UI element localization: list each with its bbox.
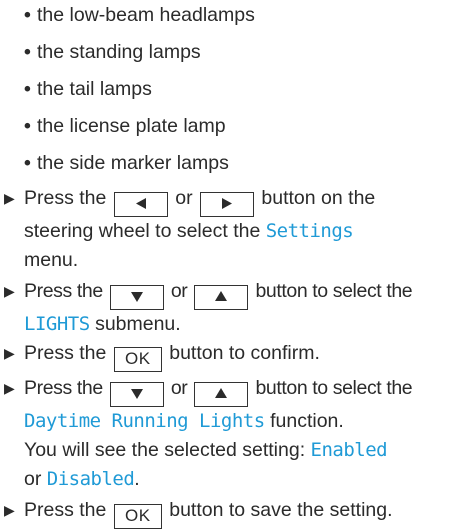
lamp-list-item: • the low-beam headlamps bbox=[24, 0, 255, 30]
step-text: Press the bbox=[24, 187, 107, 209]
bullet-dot: • bbox=[24, 115, 31, 137]
step-line: You will see the selected setting: Enabl… bbox=[24, 436, 466, 465]
lamp-list-item: • the side marker lamps bbox=[24, 148, 229, 178]
step-text: menu. bbox=[24, 249, 79, 271]
step-line: Press the OK button to confirm. bbox=[24, 339, 466, 372]
step-marker-icon: ▶ bbox=[4, 380, 15, 396]
left-arrow-button bbox=[113, 192, 168, 217]
lamp-list-item: • the tail lamps bbox=[24, 74, 152, 104]
step-text: submenu. bbox=[95, 313, 181, 335]
step-text: button to select the bbox=[255, 377, 413, 399]
step-text: or bbox=[175, 187, 193, 209]
step-line: Daytime Running Lights function. bbox=[24, 407, 466, 436]
step-text: button to confirm. bbox=[169, 342, 320, 364]
step-line: Press the or button to select the bbox=[24, 277, 466, 310]
step-line: steering wheel to select the Settings bbox=[24, 217, 466, 246]
manual-page: • the low-beam headlamps • the standing la… bbox=[0, 0, 470, 529]
step-marker-icon: ▶ bbox=[4, 283, 15, 299]
step-line: Press the or button on the bbox=[24, 184, 466, 217]
arrow-left-icon bbox=[135, 198, 146, 209]
lamp-list-item: • the license plate lamp bbox=[24, 111, 226, 141]
instruction-step: ▶ Press the or button on the steering wh… bbox=[4, 184, 466, 275]
step-text: or bbox=[170, 280, 188, 302]
up-arrow-button bbox=[194, 285, 249, 310]
right-arrow-button bbox=[199, 192, 254, 217]
step-line: Press the OK button to save the setting. bbox=[24, 496, 466, 529]
ok-button: OK bbox=[113, 347, 162, 372]
step-text: or bbox=[24, 468, 42, 490]
lamp-list-item-text: the standing lamps bbox=[37, 41, 201, 63]
lamp-list-item: • the standing lamps bbox=[24, 37, 201, 67]
arrow-right-icon bbox=[221, 198, 232, 209]
step-line: or Disabled. bbox=[24, 465, 466, 494]
arrow-down-icon bbox=[130, 389, 143, 399]
step-text: Press the bbox=[24, 280, 103, 302]
step-text: button to save the setting. bbox=[169, 499, 393, 521]
step-text: or bbox=[170, 377, 188, 399]
bullet-dot: • bbox=[24, 78, 31, 100]
up-arrow-button bbox=[194, 382, 249, 407]
arrow-up-icon bbox=[215, 291, 228, 301]
step-text: function. bbox=[270, 410, 344, 432]
step-marker-icon: ▶ bbox=[4, 502, 15, 518]
step-text: steering wheel to select the bbox=[24, 220, 261, 242]
step-text: Press the bbox=[24, 377, 103, 399]
step-marker-icon: ▶ bbox=[4, 345, 15, 361]
down-arrow-button bbox=[109, 285, 164, 310]
lamp-list-item-text: the tail lamps bbox=[37, 78, 152, 100]
step-line: Press the or button to select the bbox=[24, 374, 466, 407]
lamp-list-item-text: the low-beam headlamps bbox=[37, 4, 255, 26]
step-marker-icon: ▶ bbox=[4, 190, 15, 206]
display-text: Settings bbox=[265, 220, 354, 242]
option-text: Disabled bbox=[46, 468, 135, 490]
step-text: button on the bbox=[261, 187, 376, 209]
display-text: Daytime Running Lights bbox=[24, 410, 265, 432]
instruction-step: ▶ Press the or button to select the Dayt… bbox=[4, 374, 466, 494]
step-text: . bbox=[134, 468, 140, 490]
instruction-step: ▶ Press the or button to select the LIGH… bbox=[4, 277, 466, 339]
lamp-list-item-text: the license plate lamp bbox=[37, 115, 226, 137]
display-text: LIGHTS bbox=[24, 313, 90, 335]
bullet-dot: • bbox=[24, 41, 31, 63]
step-text: You will see the selected setting: bbox=[24, 439, 306, 461]
step-line: LIGHTS submenu. bbox=[24, 310, 466, 339]
step-line: menu. bbox=[24, 246, 466, 275]
bullet-dot: • bbox=[24, 152, 31, 174]
ok-button: OK bbox=[113, 504, 162, 529]
arrow-down-icon bbox=[130, 292, 143, 302]
step-text: button to select the bbox=[255, 280, 413, 302]
instruction-step: ▶ Press the OK button to save the settin… bbox=[4, 496, 466, 529]
bullet-dot: • bbox=[24, 4, 31, 26]
step-text: Press the bbox=[24, 499, 107, 521]
down-arrow-button bbox=[109, 382, 164, 407]
step-text: Press the bbox=[24, 342, 107, 364]
option-text: Enabled bbox=[310, 439, 388, 461]
lamp-list-item-text: the side marker lamps bbox=[37, 152, 229, 174]
arrow-up-icon bbox=[215, 388, 228, 398]
instruction-step: ▶ Press the OK button to confirm. bbox=[4, 339, 466, 372]
